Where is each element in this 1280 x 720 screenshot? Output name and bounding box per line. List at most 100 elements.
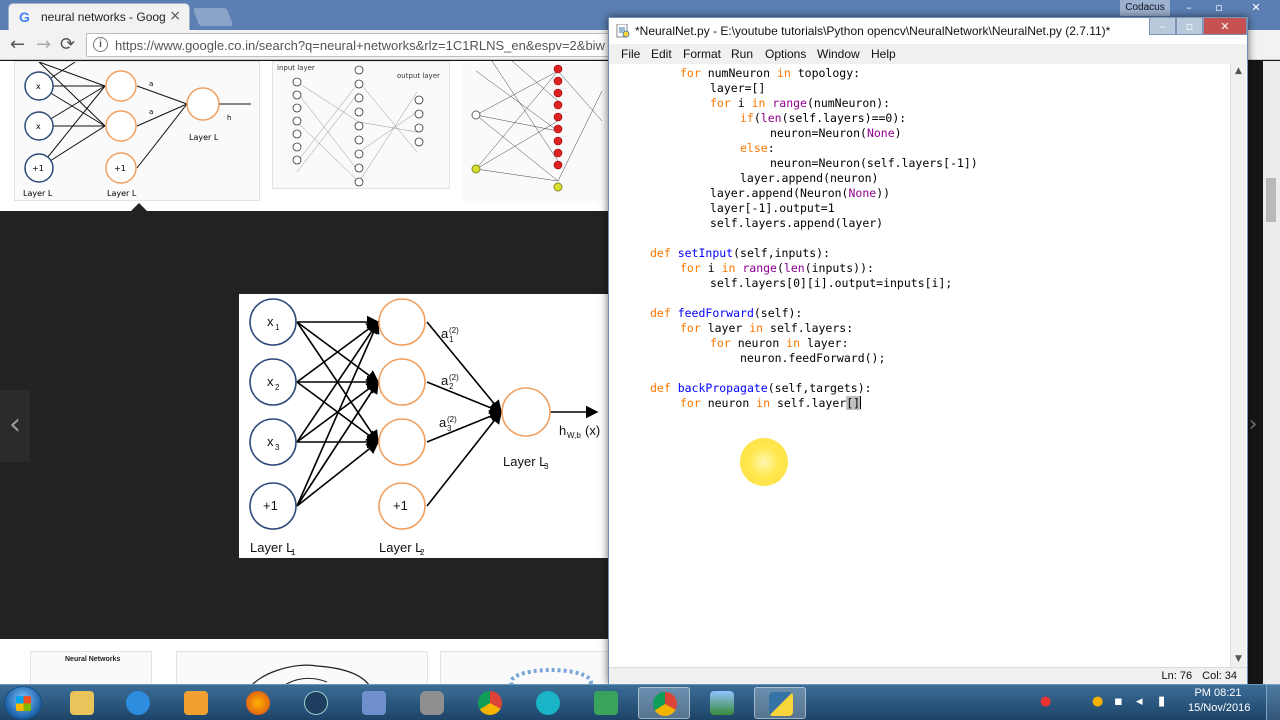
new-tab-button[interactable] — [192, 8, 234, 26]
related-images-strip: Neural Networks — [0, 639, 610, 684]
code-line: for i in range(len(inputs)): — [680, 261, 874, 275]
windows-logo-icon — [16, 696, 31, 711]
menu-window[interactable]: Window — [817, 47, 860, 61]
text-cursor — [860, 396, 862, 409]
code-line: layer.append(Neuron(None)) — [710, 186, 891, 200]
taskbar-headphones[interactable] — [522, 687, 574, 719]
media-player-icon — [184, 691, 208, 715]
related-thumb-title: Neural Networks — [65, 656, 121, 663]
browser-scrollbar[interactable] — [1263, 61, 1280, 684]
browser-window-controls: Codacus – ▫ ✕ — [1120, 0, 1280, 17]
internet-explorer-icon — [126, 691, 150, 715]
security-alert-icon[interactable]: ● — [1040, 694, 1051, 709]
a1-subscript: 1 — [449, 335, 454, 344]
volume-icon[interactable]: ◂ — [1136, 694, 1143, 709]
reload-icon[interactable]: ⟳ — [60, 34, 75, 55]
code-line: for layer in self.layers: — [680, 321, 854, 335]
taskbar-office[interactable] — [348, 687, 400, 719]
related-image-thumb[interactable] — [440, 651, 610, 684]
layer2-subscript: 2 — [420, 548, 425, 557]
forward-arrow-icon[interactable]: → — [36, 34, 51, 55]
hidden-neuron — [105, 70, 137, 102]
tab-title: neural networks - Googl — [41, 10, 165, 24]
taskbar-python-idle[interactable] — [754, 687, 806, 719]
a2-label: a — [441, 373, 449, 388]
layer2-label: Layer L — [379, 540, 422, 555]
idle-minimize-button[interactable]: – — [1149, 17, 1176, 35]
show-desktop-button[interactable] — [1266, 684, 1280, 720]
a3-label: a — [439, 415, 447, 430]
taskbar-internet-explorer[interactable] — [112, 687, 164, 719]
thumb-bias2-label: +1 — [114, 164, 126, 173]
taskbar-chrome-window[interactable] — [638, 687, 690, 719]
layer1-label: Layer L — [250, 540, 293, 555]
idle-maximize-button[interactable]: ▫ — [1176, 17, 1203, 35]
code-scrollbar[interactable]: ▲ ▼ — [1230, 64, 1246, 667]
input-bias-label: +1 — [263, 498, 278, 513]
related-image-thumb[interactable]: Neural Networks — [30, 651, 152, 684]
hidden-neuron-a3 — [378, 418, 426, 466]
taskbar-media-player[interactable] — [170, 687, 222, 719]
code-line: layer=[] — [710, 81, 766, 95]
thumb-input-layer-label: input layer — [277, 64, 315, 72]
thumb-a2-label: a — [149, 80, 153, 88]
browser-scrollbar-thumb[interactable] — [1266, 178, 1276, 222]
back-arrow-icon[interactable]: ← — [10, 34, 25, 55]
network-icon[interactable]: ▮ — [1158, 694, 1165, 709]
menu-edit[interactable]: Edit — [651, 47, 672, 61]
code-line: self.layers.append(layer) — [710, 216, 884, 230]
system-clock[interactable]: PM 08:21 15/Nov/2016 — [1188, 686, 1250, 716]
menu-file[interactable]: File — [621, 47, 640, 61]
scroll-down-icon[interactable]: ▼ — [1231, 652, 1246, 667]
office-icon — [362, 691, 386, 715]
taskbar-explorer[interactable] — [56, 687, 108, 719]
tab-close-icon[interactable]: × — [169, 8, 181, 24]
page-info-icon[interactable]: i — [93, 37, 108, 52]
previous-image-button[interactable]: ‹ — [0, 390, 30, 462]
hidden-neuron — [105, 110, 137, 142]
taskbar-calendar[interactable] — [580, 687, 632, 719]
idle-editor-window: *NeuralNet.py - E:\youtube tutorials\Pyt… — [608, 17, 1248, 684]
bracket-match-highlight: [] — [846, 396, 861, 410]
browser-minimize-button[interactable]: – — [1176, 0, 1202, 17]
hidden-neuron-a2 — [378, 358, 426, 406]
menu-format[interactable]: Format — [683, 47, 721, 61]
taskbar-chrome[interactable] — [464, 687, 516, 719]
neural-network-figure[interactable]: x 1 x 2 x 3 +1 +1 a 1 (2) a 2 (2) a 3 (2… — [239, 294, 610, 558]
code-editor[interactable]: for numNeuron in topology: layer=[] for … — [614, 64, 1229, 667]
usb-icon[interactable]: ▪ — [1114, 694, 1123, 709]
start-button[interactable] — [4, 686, 42, 720]
code-line: for i in range(numNeuron): — [710, 96, 891, 110]
browser-tab[interactable]: G neural networks - Googl × — [8, 3, 190, 30]
code-line: if(len(self.layers)==0): — [740, 111, 907, 125]
taskbar-firefox[interactable] — [232, 687, 284, 719]
scroll-up-icon[interactable]: ▲ — [1231, 64, 1246, 79]
google-favicon-icon: G — [19, 9, 30, 25]
menu-options[interactable]: Options — [765, 47, 806, 61]
browser-user-badge[interactable]: Codacus — [1120, 0, 1170, 16]
layer3-subscript: 3 — [544, 462, 549, 471]
hypothesis-argument: (x) — [585, 423, 600, 438]
browser-close-button[interactable]: ✕ — [1236, 0, 1276, 17]
browser-maximize-button[interactable]: ▫ — [1206, 0, 1232, 17]
notification-icon[interactable]: ● — [1092, 694, 1103, 709]
x1-subscript: 1 — [275, 323, 280, 332]
menu-help[interactable]: Help — [871, 47, 896, 61]
image-result-thumb[interactable] — [462, 61, 610, 201]
idle-close-button[interactable]: ✕ — [1203, 17, 1247, 35]
image-result-thumb[interactable]: x x +1 +1 a a h Layer L Layer L Layer L — [14, 61, 260, 201]
taskbar-database[interactable] — [406, 687, 458, 719]
address-bar[interactable]: i https://www.google.co.in/search?q=neur… — [86, 33, 626, 57]
code-line: def feedForward(self): — [650, 306, 803, 320]
taskbar-image-viewer[interactable] — [696, 687, 748, 719]
layer3-label: Layer L — [503, 454, 546, 469]
related-image-thumb[interactable] — [176, 651, 428, 684]
thumb-output-layer-label: output layer — [397, 72, 440, 80]
image-results-strip: x x +1 +1 a a h Layer L Layer L Layer L … — [0, 61, 610, 211]
hypothesis-label: h — [559, 423, 566, 438]
taskbar-app[interactable] — [290, 687, 342, 719]
python-icon — [769, 692, 793, 716]
menu-run[interactable]: Run — [731, 47, 753, 61]
a2-superscript: (2) — [449, 373, 459, 382]
image-result-thumb[interactable]: input layer output layer — [272, 61, 450, 189]
